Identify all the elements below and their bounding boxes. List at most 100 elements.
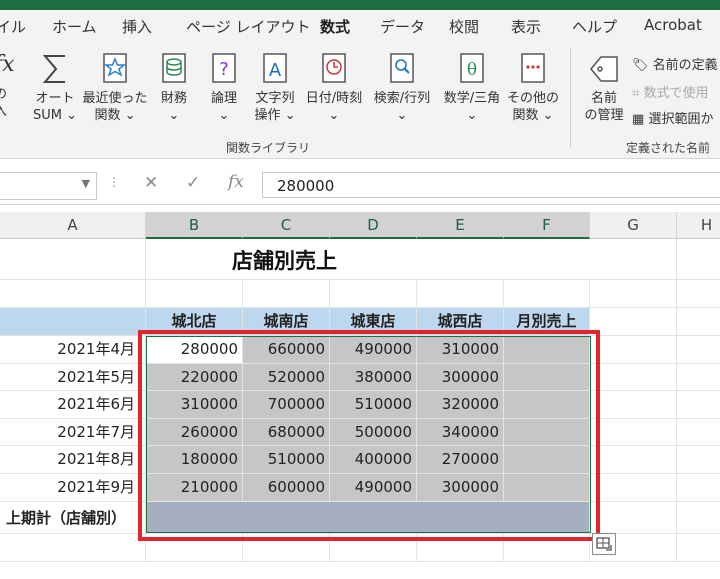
sales-cell[interactable]: 700000 [243, 391, 330, 419]
cell[interactable] [590, 502, 677, 534]
cell[interactable] [677, 502, 720, 534]
cell[interactable] [677, 239, 720, 280]
cell[interactable] [243, 280, 330, 308]
header-cell[interactable] [0, 308, 146, 336]
sales-cell[interactable]: 510000 [330, 391, 417, 419]
sales-cell[interactable]: 680000 [243, 418, 330, 447]
month-label[interactable]: 2021年5月 [0, 363, 146, 392]
tab-file[interactable]: イル [0, 16, 26, 37]
cell[interactable] [0, 534, 146, 562]
logical-button[interactable]: ? 論理 ⌄ [202, 52, 246, 124]
name-box[interactable]: ▼ [0, 172, 97, 200]
sales-cell[interactable]: 510000 [243, 446, 330, 474]
month-label[interactable]: 2021年9月 [0, 474, 146, 502]
cell[interactable] [590, 280, 677, 308]
monthly-total-cell[interactable] [504, 391, 590, 419]
monthly-total-cell[interactable] [504, 418, 590, 447]
worksheet-grid[interactable]: 城北店 城南店 城東店 城西店 月別売上 2021年4月 280000 660000… [0, 239, 720, 579]
tab-formulas[interactable]: 数式 [320, 16, 350, 37]
cell[interactable] [417, 534, 504, 562]
column-header-h[interactable]: H [677, 212, 720, 239]
cell[interactable] [677, 364, 720, 392]
cell[interactable] [590, 239, 677, 280]
column-header-d[interactable]: D [330, 212, 417, 239]
cell[interactable] [677, 474, 720, 502]
sales-cell[interactable]: 180000 [146, 446, 243, 474]
column-header-a[interactable]: A [0, 212, 146, 239]
sales-cell[interactable]: 320000 [417, 391, 504, 419]
active-cell[interactable]: 280000 [146, 336, 243, 364]
autosum-button[interactable]: オート SUM ⌄ [30, 52, 80, 124]
cell[interactable] [677, 280, 720, 308]
cell[interactable] [0, 280, 146, 308]
cancel-icon[interactable]: ✕ [144, 173, 158, 193]
store-header-josai[interactable]: 城西店 [417, 308, 504, 336]
column-header-g[interactable]: G [590, 212, 677, 239]
lookup-reference-button[interactable]: 検索/行列 ⌄ [368, 52, 436, 124]
cell[interactable] [590, 474, 677, 502]
cell[interactable] [146, 534, 243, 562]
month-label[interactable]: 2021年4月 [0, 336, 146, 364]
sales-cell[interactable]: 520000 [243, 363, 330, 392]
enter-icon[interactable]: ✓ [186, 173, 200, 193]
cell[interactable] [243, 534, 330, 562]
cell[interactable] [590, 418, 677, 447]
cell[interactable] [677, 391, 720, 419]
sales-cell[interactable]: 400000 [330, 446, 417, 474]
cell[interactable] [677, 534, 720, 562]
cell[interactable] [677, 308, 720, 336]
math-trig-button[interactable]: θ 数学/三角 ⌄ [438, 52, 506, 124]
quick-analysis-icon[interactable] [592, 533, 616, 555]
financial-button[interactable]: 財務 ⌄ [152, 52, 196, 124]
cell[interactable] [677, 446, 720, 474]
cell[interactable] [590, 308, 677, 336]
month-label[interactable]: 2021年6月 [0, 391, 146, 419]
cell[interactable] [146, 239, 590, 280]
sales-cell[interactable]: 490000 [330, 474, 417, 502]
sales-cell[interactable]: 220000 [146, 363, 243, 392]
insert-function-icon[interactable]: fx [228, 172, 244, 192]
cell[interactable] [330, 534, 417, 562]
sales-cell[interactable]: 340000 [417, 418, 504, 447]
sales-cell[interactable]: 660000 [243, 336, 330, 364]
tab-review[interactable]: 校閲 [449, 16, 479, 37]
column-header-b[interactable]: B [146, 212, 243, 239]
sales-cell[interactable]: 310000 [146, 391, 243, 419]
cell[interactable] [417, 280, 504, 308]
monthly-sales-header[interactable]: 月別売上 [504, 308, 590, 336]
cell[interactable] [504, 280, 590, 308]
text-functions-button[interactable]: A 文字列 操作 ⌄ [248, 52, 302, 124]
recently-used-button[interactable]: 最近使った 関数 ⌄ [82, 52, 148, 124]
sales-cell[interactable]: 260000 [146, 418, 243, 447]
column-header-e[interactable]: E [417, 212, 504, 239]
monthly-total-cell[interactable] [504, 363, 590, 392]
name-manager-button[interactable]: 名前 の管理 [578, 52, 630, 124]
month-label[interactable]: 2021年8月 [0, 446, 146, 474]
cell[interactable] [590, 363, 677, 392]
drag-handle-icon[interactable]: ⋮ [108, 175, 120, 189]
total-label[interactable]: 上期計（店舗別） [0, 502, 146, 534]
tab-home[interactable]: ホーム [52, 16, 97, 37]
month-label[interactable]: 2021年7月 [0, 418, 146, 447]
monthly-total-cell[interactable] [504, 446, 590, 474]
store-header-joto[interactable]: 城東店 [330, 308, 417, 336]
formula-input[interactable]: 280000 [262, 172, 720, 198]
store-header-jonan[interactable]: 城南店 [243, 308, 330, 336]
store-header-johoku[interactable]: 城北店 [146, 308, 243, 336]
chevron-down-icon[interactable]: ▼ [82, 177, 90, 190]
sales-cell[interactable]: 300000 [417, 363, 504, 392]
tab-data[interactable]: データ [380, 16, 425, 37]
cell[interactable] [0, 239, 146, 280]
sales-cell[interactable]: 500000 [330, 418, 417, 447]
column-header-c[interactable]: C [243, 212, 330, 239]
cell[interactable] [590, 336, 677, 364]
cell[interactable] [590, 391, 677, 419]
sales-cell[interactable]: 490000 [330, 336, 417, 364]
cell[interactable] [590, 446, 677, 474]
date-time-button[interactable]: 日付/時刻 ⌄ [302, 52, 366, 124]
tab-page-layout[interactable]: ページ レイアウト [186, 16, 310, 37]
cell[interactable] [146, 280, 243, 308]
insert-function-button[interactable]: fx の 入 [0, 54, 16, 120]
tab-insert[interactable]: 挿入 [122, 16, 152, 37]
column-header-f[interactable]: F [504, 212, 590, 239]
